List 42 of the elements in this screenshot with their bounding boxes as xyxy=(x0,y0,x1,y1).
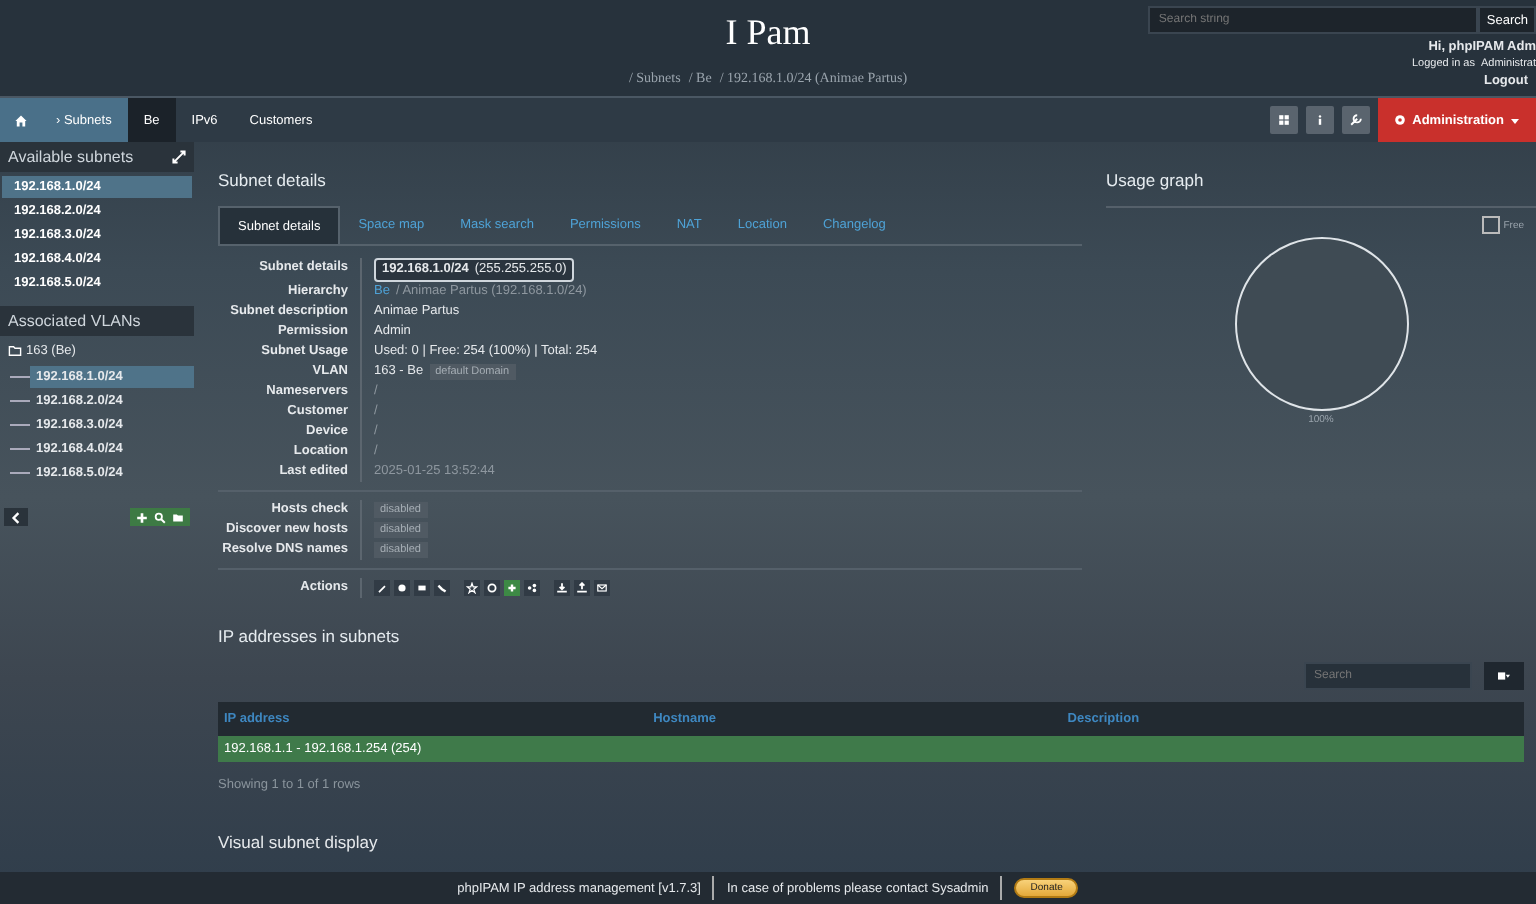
action-button[interactable] xyxy=(484,580,500,596)
expand-icon xyxy=(172,150,186,164)
upload-icon xyxy=(576,582,588,594)
collapse-button[interactable] xyxy=(4,508,28,526)
plus-icon xyxy=(136,511,148,523)
sidebar-heading: Associated VLANs xyxy=(8,312,141,330)
site-title: I Pam xyxy=(725,12,811,54)
tools-button[interactable] xyxy=(1342,106,1371,134)
folder-icon xyxy=(172,511,184,523)
grid-icon xyxy=(1278,114,1291,126)
action-button[interactable] xyxy=(574,580,590,596)
section-heading: Usage graph xyxy=(1106,170,1206,190)
action-button[interactable] xyxy=(464,580,480,596)
section-heading: IP addresses in subnets xyxy=(218,626,402,646)
download-icon xyxy=(556,582,568,594)
home-button[interactable] xyxy=(0,98,40,142)
sidebar-heading: Available subnets xyxy=(8,148,134,166)
list-icon xyxy=(416,582,428,594)
columns-icon xyxy=(1496,670,1512,682)
grid-button[interactable] xyxy=(1270,106,1299,134)
action-button[interactable] xyxy=(524,580,540,596)
action-button[interactable] xyxy=(554,580,570,596)
legend-checkbox[interactable] xyxy=(1481,216,1500,234)
caret-icon xyxy=(1510,115,1520,125)
share-icon xyxy=(526,582,538,594)
star-icon xyxy=(466,582,478,594)
info-icon xyxy=(1314,114,1327,126)
chevron-left-icon xyxy=(10,511,22,523)
action-button[interactable] xyxy=(374,580,390,596)
section-heading: Visual subnet display xyxy=(218,832,380,852)
columns-button[interactable] xyxy=(1484,662,1524,690)
search-icon xyxy=(154,511,166,523)
section-heading: Subnet details xyxy=(218,170,328,190)
action-button[interactable] xyxy=(594,580,610,596)
info-button[interactable] xyxy=(1306,106,1335,134)
envelope-icon xyxy=(596,582,608,594)
folder-icon xyxy=(8,344,22,358)
circle-icon xyxy=(486,582,498,594)
plus-icon xyxy=(506,582,518,594)
home-icon xyxy=(13,113,27,127)
action-button[interactable] xyxy=(414,580,430,596)
pencil-icon xyxy=(376,582,388,594)
